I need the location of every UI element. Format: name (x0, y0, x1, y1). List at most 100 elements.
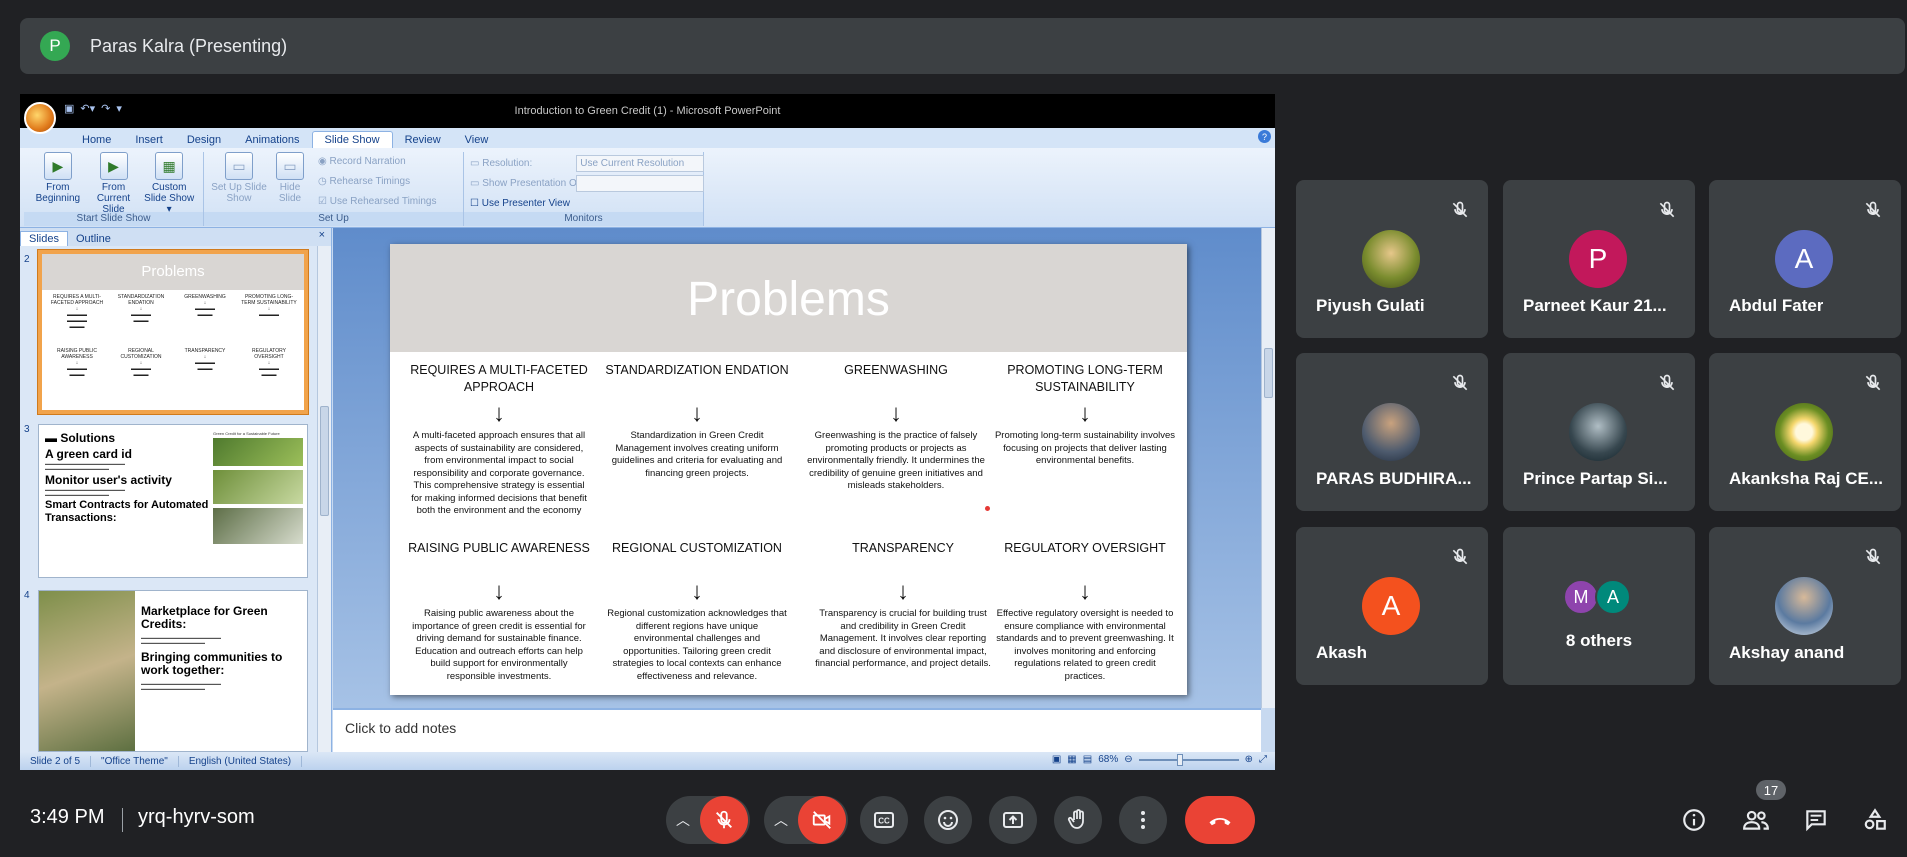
group-label: Set Up (204, 212, 463, 226)
activities-button[interactable] (1861, 806, 1889, 834)
fit-window-icon[interactable]: ⤢ (1259, 754, 1267, 765)
office-button-icon[interactable] (24, 102, 56, 134)
pane-scrollbar[interactable] (317, 246, 331, 752)
camera-off-button[interactable] (798, 796, 846, 844)
tab-animations[interactable]: Animations (233, 132, 311, 148)
others-avatars: M A (1563, 579, 1631, 615)
present-button[interactable] (989, 796, 1037, 844)
slideshow-start-icon: ▶ (43, 152, 72, 180)
more-options-button[interactable] (1119, 796, 1167, 844)
show-on-select[interactable] (576, 174, 705, 192)
cell-heading: GREENWASHING (844, 363, 948, 377)
cell-heading: PROMOTING LONG-TERM SUSTAINABILITY (1007, 363, 1163, 394)
save-icon[interactable]: ▣ (64, 102, 74, 115)
custom-show-icon: ▦ (155, 152, 184, 180)
chevron-up-icon[interactable]: ︿ (666, 810, 700, 830)
resolution-select[interactable]: Use Current Resolution (576, 154, 705, 172)
qat-more-icon[interactable]: ▾ (116, 102, 122, 115)
undo-icon[interactable]: ↶▾ (80, 102, 95, 115)
emoji-icon (938, 810, 958, 830)
tab-slides[interactable]: Slides (20, 231, 68, 246)
sorter-view-icon[interactable]: ▦ (1067, 754, 1076, 765)
participant-tile[interactable]: PARAS BUDHIRA... (1296, 353, 1488, 511)
mic-off-icon (1446, 196, 1474, 224)
cell-heading: REQUIRES A MULTI-FACETED APPROACH (410, 363, 588, 394)
slide-title: Problems (687, 273, 890, 326)
zoom-knob[interactable] (1176, 753, 1183, 766)
tab-slide-show[interactable]: Slide Show (311, 131, 393, 148)
avatar (1362, 403, 1420, 461)
thumb-text: ▬▬▬▬▬▬▬▬▬▬▬▬▬▬▬▬▬▬▬▬ ▬▬▬▬▬▬▬▬▬▬▬▬▬▬▬▬ (141, 635, 221, 645)
thumb-cell: RAISING PUBLIC AWARENESS ↓ ▬▬▬▬ ▬▬▬ (56, 348, 97, 378)
current-slide[interactable]: Problems REQUIRES A MULTI-FACETED APPROA… (390, 244, 1187, 695)
participant-tile[interactable]: Piyush Gulati (1296, 180, 1488, 338)
slide-thumbnail-4[interactable]: Marketplace for Green Credits: ▬▬▬▬▬▬▬▬▬… (38, 590, 308, 752)
close-icon[interactable]: × (319, 229, 325, 241)
tab-outline[interactable]: Outline (68, 232, 119, 246)
avatar: M (1563, 579, 1599, 615)
help-icon[interactable]: ? (1258, 130, 1271, 143)
people-button[interactable] (1742, 806, 1770, 834)
status-language[interactable]: English (United States) (179, 755, 303, 767)
captions-icon: CC (874, 812, 894, 828)
zoom-in-icon[interactable]: ⊕ (1245, 754, 1253, 765)
group-monitors: ▭ Resolution: Use Current Resolution ▭ Sh… (464, 152, 705, 226)
slide-thumbnail-2[interactable]: Problems REQUIRES A MULTI-FACETED APPROA… (38, 250, 308, 414)
shared-screen[interactable]: Introduction to Green Credit (1) - Micro… (20, 94, 1275, 770)
record-narration-button[interactable]: ◉ Record Narration (318, 152, 436, 172)
participant-tile[interactable]: Akanksha Raj CE... (1709, 353, 1901, 511)
tab-design[interactable]: Design (175, 132, 233, 148)
camera-off-icon (812, 811, 831, 829)
meeting-info-button[interactable] (1680, 806, 1708, 834)
cell-heading: RAISING PUBLIC AWARENESS (408, 541, 590, 555)
slideshow-view-icon[interactable]: ▤ (1083, 754, 1092, 765)
mic-off-button[interactable] (700, 796, 748, 844)
mic-off-icon (716, 810, 732, 829)
participant-tile[interactable]: Akshay anand (1709, 527, 1901, 685)
notes-area[interactable]: Click to add notes (333, 708, 1261, 752)
participant-tile[interactable]: A Akash (1296, 527, 1488, 685)
tab-review[interactable]: Review (393, 132, 453, 148)
mic-off-icon (1859, 196, 1887, 224)
leave-call-button[interactable] (1185, 796, 1255, 844)
raise-hand-button[interactable] (1054, 796, 1102, 844)
normal-view-icon[interactable]: ▣ (1052, 754, 1061, 765)
chat-button[interactable] (1802, 806, 1830, 834)
tab-insert[interactable]: Insert (123, 132, 175, 148)
tab-home[interactable]: Home (70, 132, 123, 148)
scrollbar-thumb[interactable] (1264, 348, 1273, 398)
slide-thumbnail-3[interactable]: ▬ Solutions A green card id ▬▬▬▬▬▬▬▬▬▬▬▬… (38, 424, 308, 578)
chevron-up-icon[interactable]: ︿ (764, 810, 798, 830)
participant-tile[interactable]: P Parneet Kaur 21... (1503, 180, 1695, 338)
zoom-slider[interactable] (1138, 753, 1239, 766)
redo-icon[interactable]: ↷ (101, 102, 110, 115)
slide-scrollbar[interactable] (1261, 228, 1275, 708)
avatar (1362, 230, 1420, 288)
people-count-badge: 17 (1756, 780, 1786, 800)
thumb-number: 3 (24, 424, 30, 435)
cell-body: Transparency is crucial for building tru… (815, 608, 991, 669)
participant-tile[interactable]: Prince Partap Si... (1503, 353, 1695, 511)
use-presenter-view-checkbox[interactable]: ☐ Use Presenter View (470, 194, 697, 214)
tab-view[interactable]: View (453, 132, 501, 148)
participant-name: PARAS BUDHIRA... (1316, 469, 1472, 488)
emoji-button[interactable] (924, 796, 972, 844)
activities-icon (1864, 808, 1886, 830)
thumb-side-images: Green Credit for a Sustainable Future (213, 431, 303, 573)
zoom-level[interactable]: 68% (1098, 754, 1118, 765)
captions-button[interactable]: CC (860, 796, 908, 844)
participant-tile[interactable]: A Abdul Fater (1709, 180, 1901, 338)
ribbon: ▶ From Beginning ▶ From Current Slide ▦ Cus… (20, 148, 1275, 228)
scrollbar-thumb[interactable] (320, 406, 329, 516)
cell-body: Effective regulatory oversight is needed… (996, 608, 1174, 682)
thumb-cell: REGULATORY OVERSIGHT ↓ ▬▬▬▬ ▬▬▬ (252, 348, 286, 378)
others-tile[interactable]: M A 8 others (1503, 527, 1695, 685)
avatar: P (1569, 230, 1627, 288)
use-rehearsed-timings-checkbox[interactable]: ☑ Use Rehearsed Timings (318, 192, 436, 212)
zoom-out-icon[interactable]: ⊖ (1124, 754, 1132, 765)
thumb-number: 4 (24, 590, 30, 601)
meeting-code[interactable]: yrq-hyrv-som (138, 806, 255, 829)
thumb-grid: REQUIRES A MULTI-FACETED APPROACH ↓ ▬▬▬▬ ▬▬… (42, 290, 304, 382)
thumb-cell: TRANSPARENCY ↓ ▬▬▬▬ ▬▬▬ (184, 348, 226, 372)
rehearse-timings-button[interactable]: ◷ Rehearse Timings (318, 172, 436, 192)
